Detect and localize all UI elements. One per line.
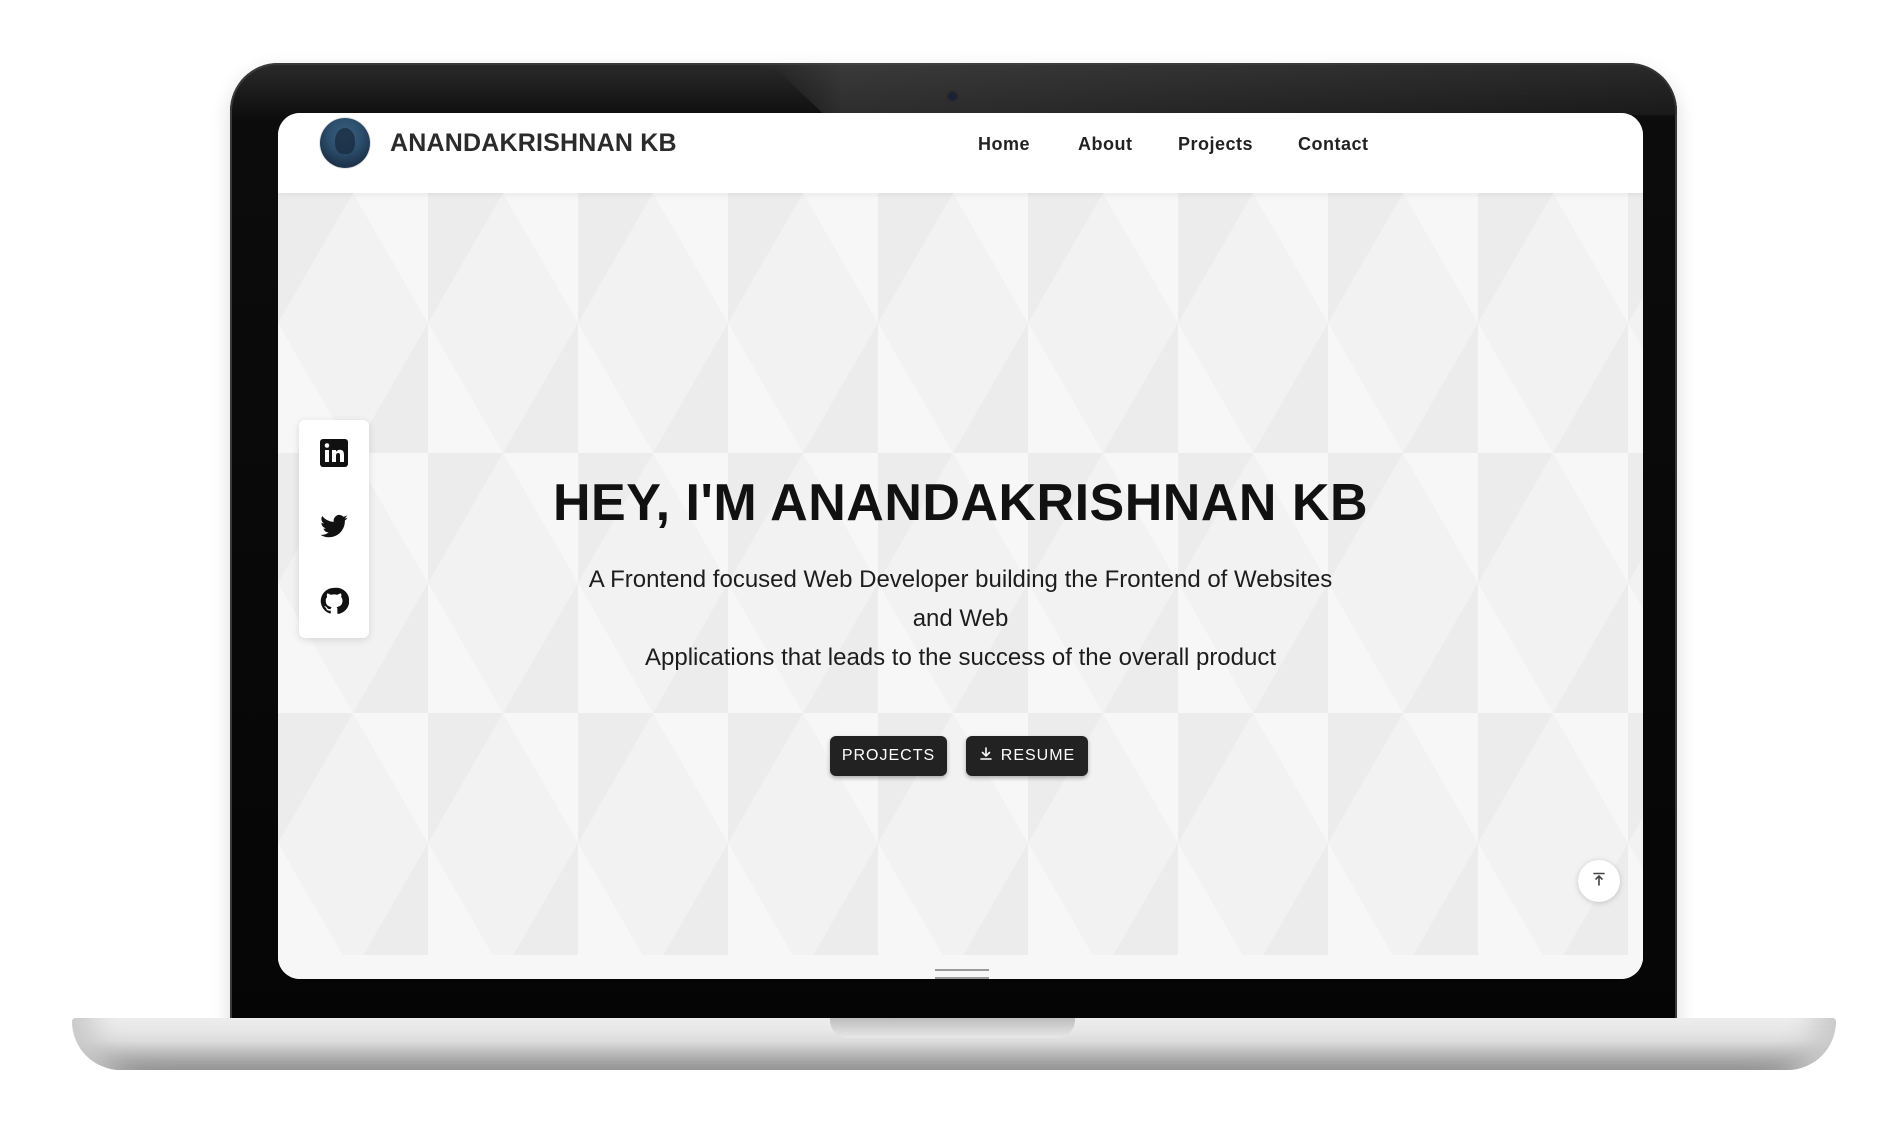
hero-subtitle: A Frontend focused Web Developer buildin… [548, 560, 1373, 677]
nav-link-contact[interactable]: Contact [1298, 134, 1369, 155]
projects-button-label: PROJECTS [841, 747, 936, 764]
avatar[interactable] [320, 118, 370, 168]
nav-link-projects[interactable]: Projects [1178, 134, 1253, 155]
linkedin-icon[interactable] [319, 438, 349, 468]
social-links-bar [299, 420, 369, 638]
navbar: ANANDAKRISHNAN KB Home About Projects Co… [278, 113, 1643, 193]
webcam [948, 92, 957, 101]
twitter-icon[interactable] [319, 512, 349, 542]
hero-title: HEY, I'M ANANDAKRISHNAN KB [552, 474, 1368, 532]
download-icon [979, 746, 993, 766]
nav-link-about[interactable]: About [1078, 134, 1132, 155]
hero-subtitle-line: and Web [912, 605, 1009, 632]
nav-link-home[interactable]: Home [978, 134, 1030, 155]
arrow-up-to-top-icon [1591, 871, 1607, 892]
resume-button-label: RESUME [1000, 747, 1076, 764]
scroll-to-top-button[interactable] [1578, 860, 1620, 902]
scroll-handle[interactable] [935, 969, 989, 979]
laptop-base-notch [830, 1018, 1075, 1038]
laptop-screen: ANANDAKRISHNAN KB Home About Projects Co… [278, 113, 1643, 979]
projects-button[interactable]: PROJECTS [830, 736, 947, 776]
bezel-reflection [770, 63, 1677, 115]
hero-section: HEY, I'M ANANDAKRISHNAN KB A Frontend fo… [278, 193, 1643, 979]
hero-subtitle-line: Applications that leads to the success o… [644, 644, 1277, 671]
hero-subtitle-line: A Frontend focused Web Developer buildin… [588, 566, 1333, 593]
resume-button[interactable]: RESUME [966, 736, 1088, 776]
brand-name[interactable]: ANANDAKRISHNAN KB [390, 129, 677, 158]
github-icon[interactable] [319, 586, 350, 616]
